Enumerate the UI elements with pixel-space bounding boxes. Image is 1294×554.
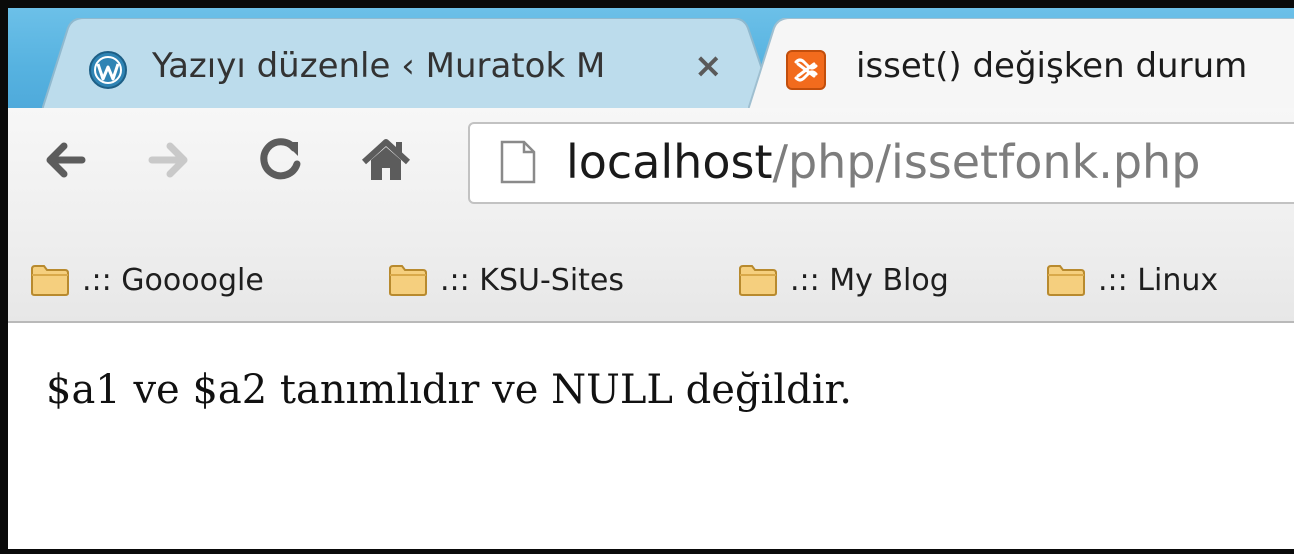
arrow-left-icon xyxy=(46,142,86,178)
close-icon[interactable]: × xyxy=(694,44,723,88)
browser-window: Yazıyı düzenle ‹ Muratok M × isset() değ… xyxy=(8,8,1294,549)
bookmark-label: .:: KSU-Sites xyxy=(440,263,625,298)
folder-icon xyxy=(389,265,427,296)
arrow-right-icon xyxy=(148,142,188,178)
url-path: /php/issetfonk.php xyxy=(772,135,1201,189)
tab-strip: Yazıyı düzenle ‹ Muratok M × isset() değ… xyxy=(8,8,1294,110)
tab-title: Yazıyı düzenle ‹ Muratok M xyxy=(152,46,606,86)
reload-button[interactable] xyxy=(254,134,306,186)
bookmark-label: .:: Linux xyxy=(1098,263,1219,298)
xampp-icon xyxy=(786,50,826,94)
back-button[interactable] xyxy=(38,134,90,186)
reload-icon xyxy=(260,138,301,180)
wordpress-icon xyxy=(88,50,128,94)
url-text: localhost/php/issetfonk.php xyxy=(566,132,1200,192)
address-bar[interactable]: localhost/php/issetfonk.php xyxy=(468,122,1294,204)
home-button[interactable] xyxy=(360,134,412,186)
url-host: localhost xyxy=(566,135,773,189)
tab-title: isset() değişken durum xyxy=(856,46,1248,86)
folder-icon xyxy=(739,265,777,296)
folder-icon xyxy=(31,265,69,296)
folder-icon xyxy=(1047,265,1085,296)
bookmark-label: .:: My Blog xyxy=(790,263,949,298)
page-content: $a1 ve $a2 tanımlıdır ve NULL değildir. xyxy=(8,323,1294,549)
tab-inactive[interactable]: Yazıyı düzenle ‹ Muratok M × xyxy=(42,18,782,110)
forward-button[interactable] xyxy=(144,134,196,186)
toolbar: localhost/php/issetfonk.php xyxy=(8,108,1294,241)
bookmarks-bar: .:: Goooogle .:: KSU-Sites .:: My Blog .… xyxy=(8,241,1294,323)
page-icon xyxy=(500,140,536,188)
bookmark-label: .:: Goooogle xyxy=(82,263,264,298)
tab-active[interactable]: isset() değişken durum xyxy=(748,18,1294,110)
home-icon xyxy=(361,139,411,180)
page-text: $a1 ve $a2 tanımlıdır ve NULL değildir. xyxy=(46,367,852,413)
